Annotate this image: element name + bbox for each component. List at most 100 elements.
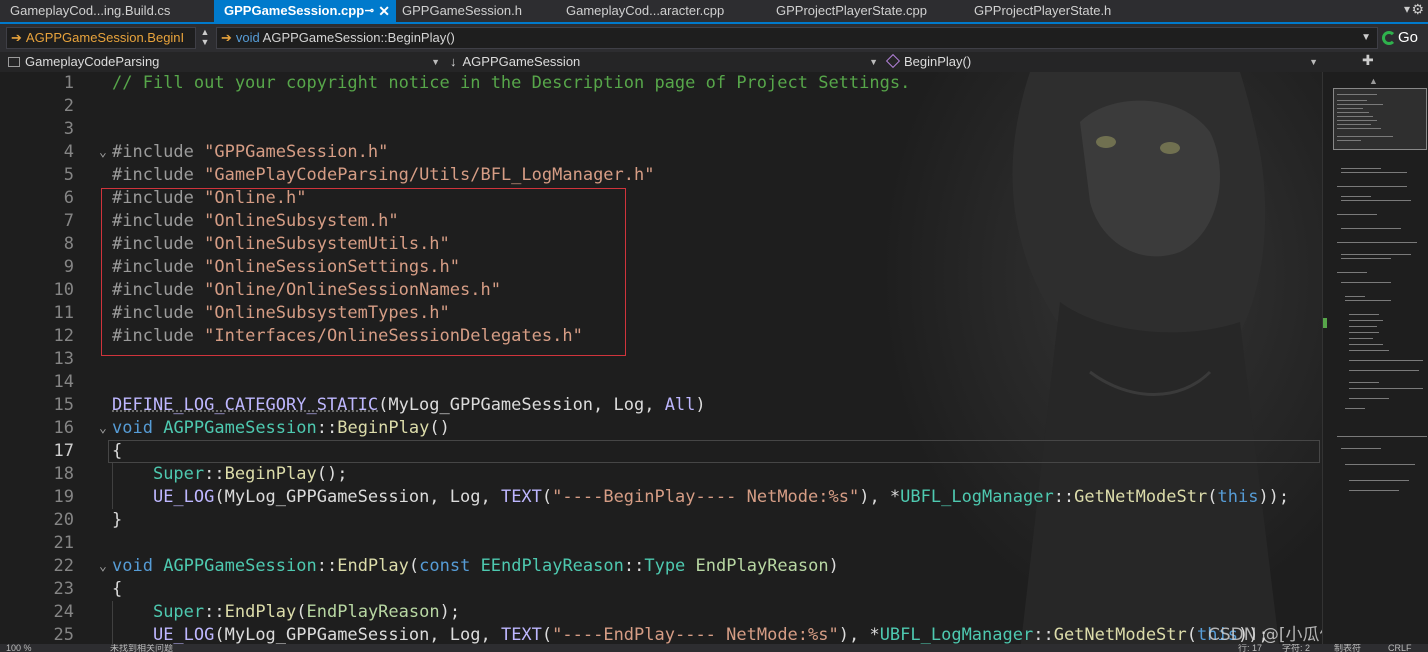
minimap-line	[1341, 448, 1381, 449]
project-icon	[8, 57, 20, 67]
code-line: 2	[0, 95, 1322, 118]
function-keyword: void	[235, 30, 260, 45]
minimap-line	[1337, 108, 1363, 109]
minimap-line	[1341, 282, 1391, 283]
code-line: 16 ⌄ void AGPPGameSession::BeginPlay()	[0, 417, 1322, 440]
tab-playerstate-h[interactable]: GPProjectPlayerState.h	[964, 0, 1150, 22]
chevron-down-icon[interactable]: ▼	[1361, 28, 1371, 48]
eol-mode[interactable]: CRLF	[1388, 644, 1412, 652]
minimap-line	[1349, 326, 1377, 327]
line-number: 9	[63, 257, 74, 277]
minimap-line	[1337, 214, 1377, 215]
line-number: 15	[53, 395, 74, 415]
member-name: BeginPlay()	[904, 54, 972, 69]
line-number: 14	[53, 372, 74, 392]
minimap-line	[1345, 408, 1365, 409]
tab-character-cpp[interactable]: GameplayCod...aracter.cpp	[556, 0, 766, 22]
project-dropdown[interactable]: GameplayCodeParsing ▼	[8, 52, 440, 72]
function-combobox[interactable]: ➔ void AGPPGameSession::BeginPlay() ▼	[216, 27, 1378, 49]
tab-build-cs[interactable]: GameplayCod...ing.Build.cs	[0, 0, 212, 22]
minimap-line	[1345, 296, 1365, 297]
tab-gppgamesession-h[interactable]: GPPGameSession.h	[392, 0, 554, 22]
fold-icon[interactable]: ⌄	[99, 555, 107, 578]
issues-status[interactable]: 未找到相关问题	[110, 644, 173, 652]
line-number: 16	[53, 418, 74, 438]
indent-mode[interactable]: 制表符	[1334, 644, 1361, 652]
line-number: 18	[53, 464, 74, 484]
code-line: 22 ⌄ void AGPPGameSession::EndPlay(const E…	[0, 555, 1322, 578]
line-number: 13	[53, 349, 74, 369]
tab-overflow-icon[interactable]: ▾	[1404, 2, 1410, 16]
tab-playerstate-cpp[interactable]: GPProjectPlayerState.cpp	[766, 0, 964, 22]
code-line: 10 #include "Online/OnlineSessionNames.h"	[0, 279, 1322, 302]
code-line: 21	[0, 532, 1322, 555]
minimap-line	[1349, 360, 1423, 361]
minimap-line	[1341, 168, 1381, 169]
scope-spinner[interactable]: ▲ ▼	[198, 27, 212, 49]
code-line: 6 #include "Online.h"	[0, 187, 1322, 210]
fold-icon[interactable]: ⌄	[99, 417, 107, 440]
minimap-line	[1337, 116, 1373, 117]
tab-gppgamesession-cpp[interactable]: GPPGameSession.cpp ⊸ ✕	[214, 0, 396, 22]
line-number: 21	[53, 533, 74, 553]
zoom-level[interactable]: 100 %	[6, 644, 32, 652]
arrow-right-icon: ➔	[11, 30, 22, 45]
line-number: 5	[63, 165, 74, 185]
scope-value: AGPPGameSession.BeginI	[25, 30, 185, 45]
code-line: 4 ⌄ #include "GPPGameSession.h"	[0, 141, 1322, 164]
line-number: 2	[63, 96, 74, 116]
minimap-line	[1341, 172, 1407, 173]
minimap-line	[1337, 120, 1377, 121]
code-line: 17{	[0, 440, 1322, 463]
code-minimap[interactable]: ▲	[1322, 72, 1428, 652]
line-number: 19	[53, 487, 74, 507]
code-line: 7 #include "OnlineSubsystem.h"	[0, 210, 1322, 233]
code-line: 18 Super::BeginPlay();	[0, 463, 1322, 486]
line-number: 3	[63, 119, 74, 139]
code-editor[interactable]: 1// Fill out your copyright notice in th…	[0, 72, 1322, 652]
minimap-line	[1341, 258, 1391, 259]
minimap-line	[1349, 490, 1399, 491]
line-number: 22	[53, 556, 74, 576]
go-button[interactable]: Go	[1382, 26, 1426, 50]
code-line: 19 UE_LOG(MyLog_GPPGameSession, Log, TEX…	[0, 486, 1322, 509]
minimap-line	[1349, 370, 1419, 371]
minimap-line	[1337, 124, 1371, 125]
minimap-line	[1337, 186, 1407, 187]
code-line: 20}	[0, 509, 1322, 532]
line-number: 12	[53, 326, 74, 346]
gear-icon[interactable]: ⚙	[1411, 1, 1424, 18]
close-icon[interactable]: ✕	[378, 0, 390, 22]
code-line: 3	[0, 118, 1322, 141]
tab-label: GPPGameSession.cpp	[224, 3, 365, 18]
line-number: 23	[53, 579, 74, 599]
fold-icon[interactable]: ⌄	[99, 141, 107, 164]
member-dropdown[interactable]: BeginPlay() ▼	[885, 52, 1318, 72]
code-line: 9 #include "OnlineSessionSettings.h"	[0, 256, 1322, 279]
scroll-up-icon[interactable]: ▲	[1369, 76, 1378, 86]
minimap-line	[1337, 242, 1417, 243]
minimap-line	[1337, 100, 1367, 101]
split-window-icon[interactable]: ✚	[1362, 52, 1374, 69]
minimap-line	[1337, 136, 1393, 137]
document-tab-strip: GameplayCod...ing.Build.cs GPPGameSessio…	[0, 0, 1428, 24]
pin-icon[interactable]: ⊸	[365, 0, 374, 22]
tab-label: GameplayCod...aracter.cpp	[566, 3, 725, 18]
chevron-down-icon: ▼	[431, 57, 440, 67]
tab-label: GPPGameSession.h	[402, 3, 522, 18]
minimap-line	[1345, 300, 1391, 301]
minimap-line	[1341, 196, 1371, 197]
minimap-line	[1337, 104, 1383, 105]
line-number: 11	[53, 303, 74, 323]
class-dropdown[interactable]: ↓ AGPPGameSession ▼	[450, 52, 878, 72]
tab-label: GPProjectPlayerState.cpp	[776, 3, 928, 18]
scope-combobox[interactable]: ➔ AGPPGameSession.BeginI	[6, 27, 196, 49]
minimap-line	[1349, 382, 1379, 383]
line-number: 17	[53, 441, 74, 461]
go-label: Go	[1398, 29, 1419, 46]
minimap-line	[1349, 338, 1373, 339]
code-line: 11 #include "OnlineSubsystemTypes.h"	[0, 302, 1322, 325]
navigation-toolbar: ➔ AGPPGameSession.BeginI ▲ ▼ ➔ void AGPPGam…	[0, 24, 1428, 52]
arrow-right-icon: ➔	[221, 30, 232, 45]
minimap-line	[1341, 254, 1411, 255]
